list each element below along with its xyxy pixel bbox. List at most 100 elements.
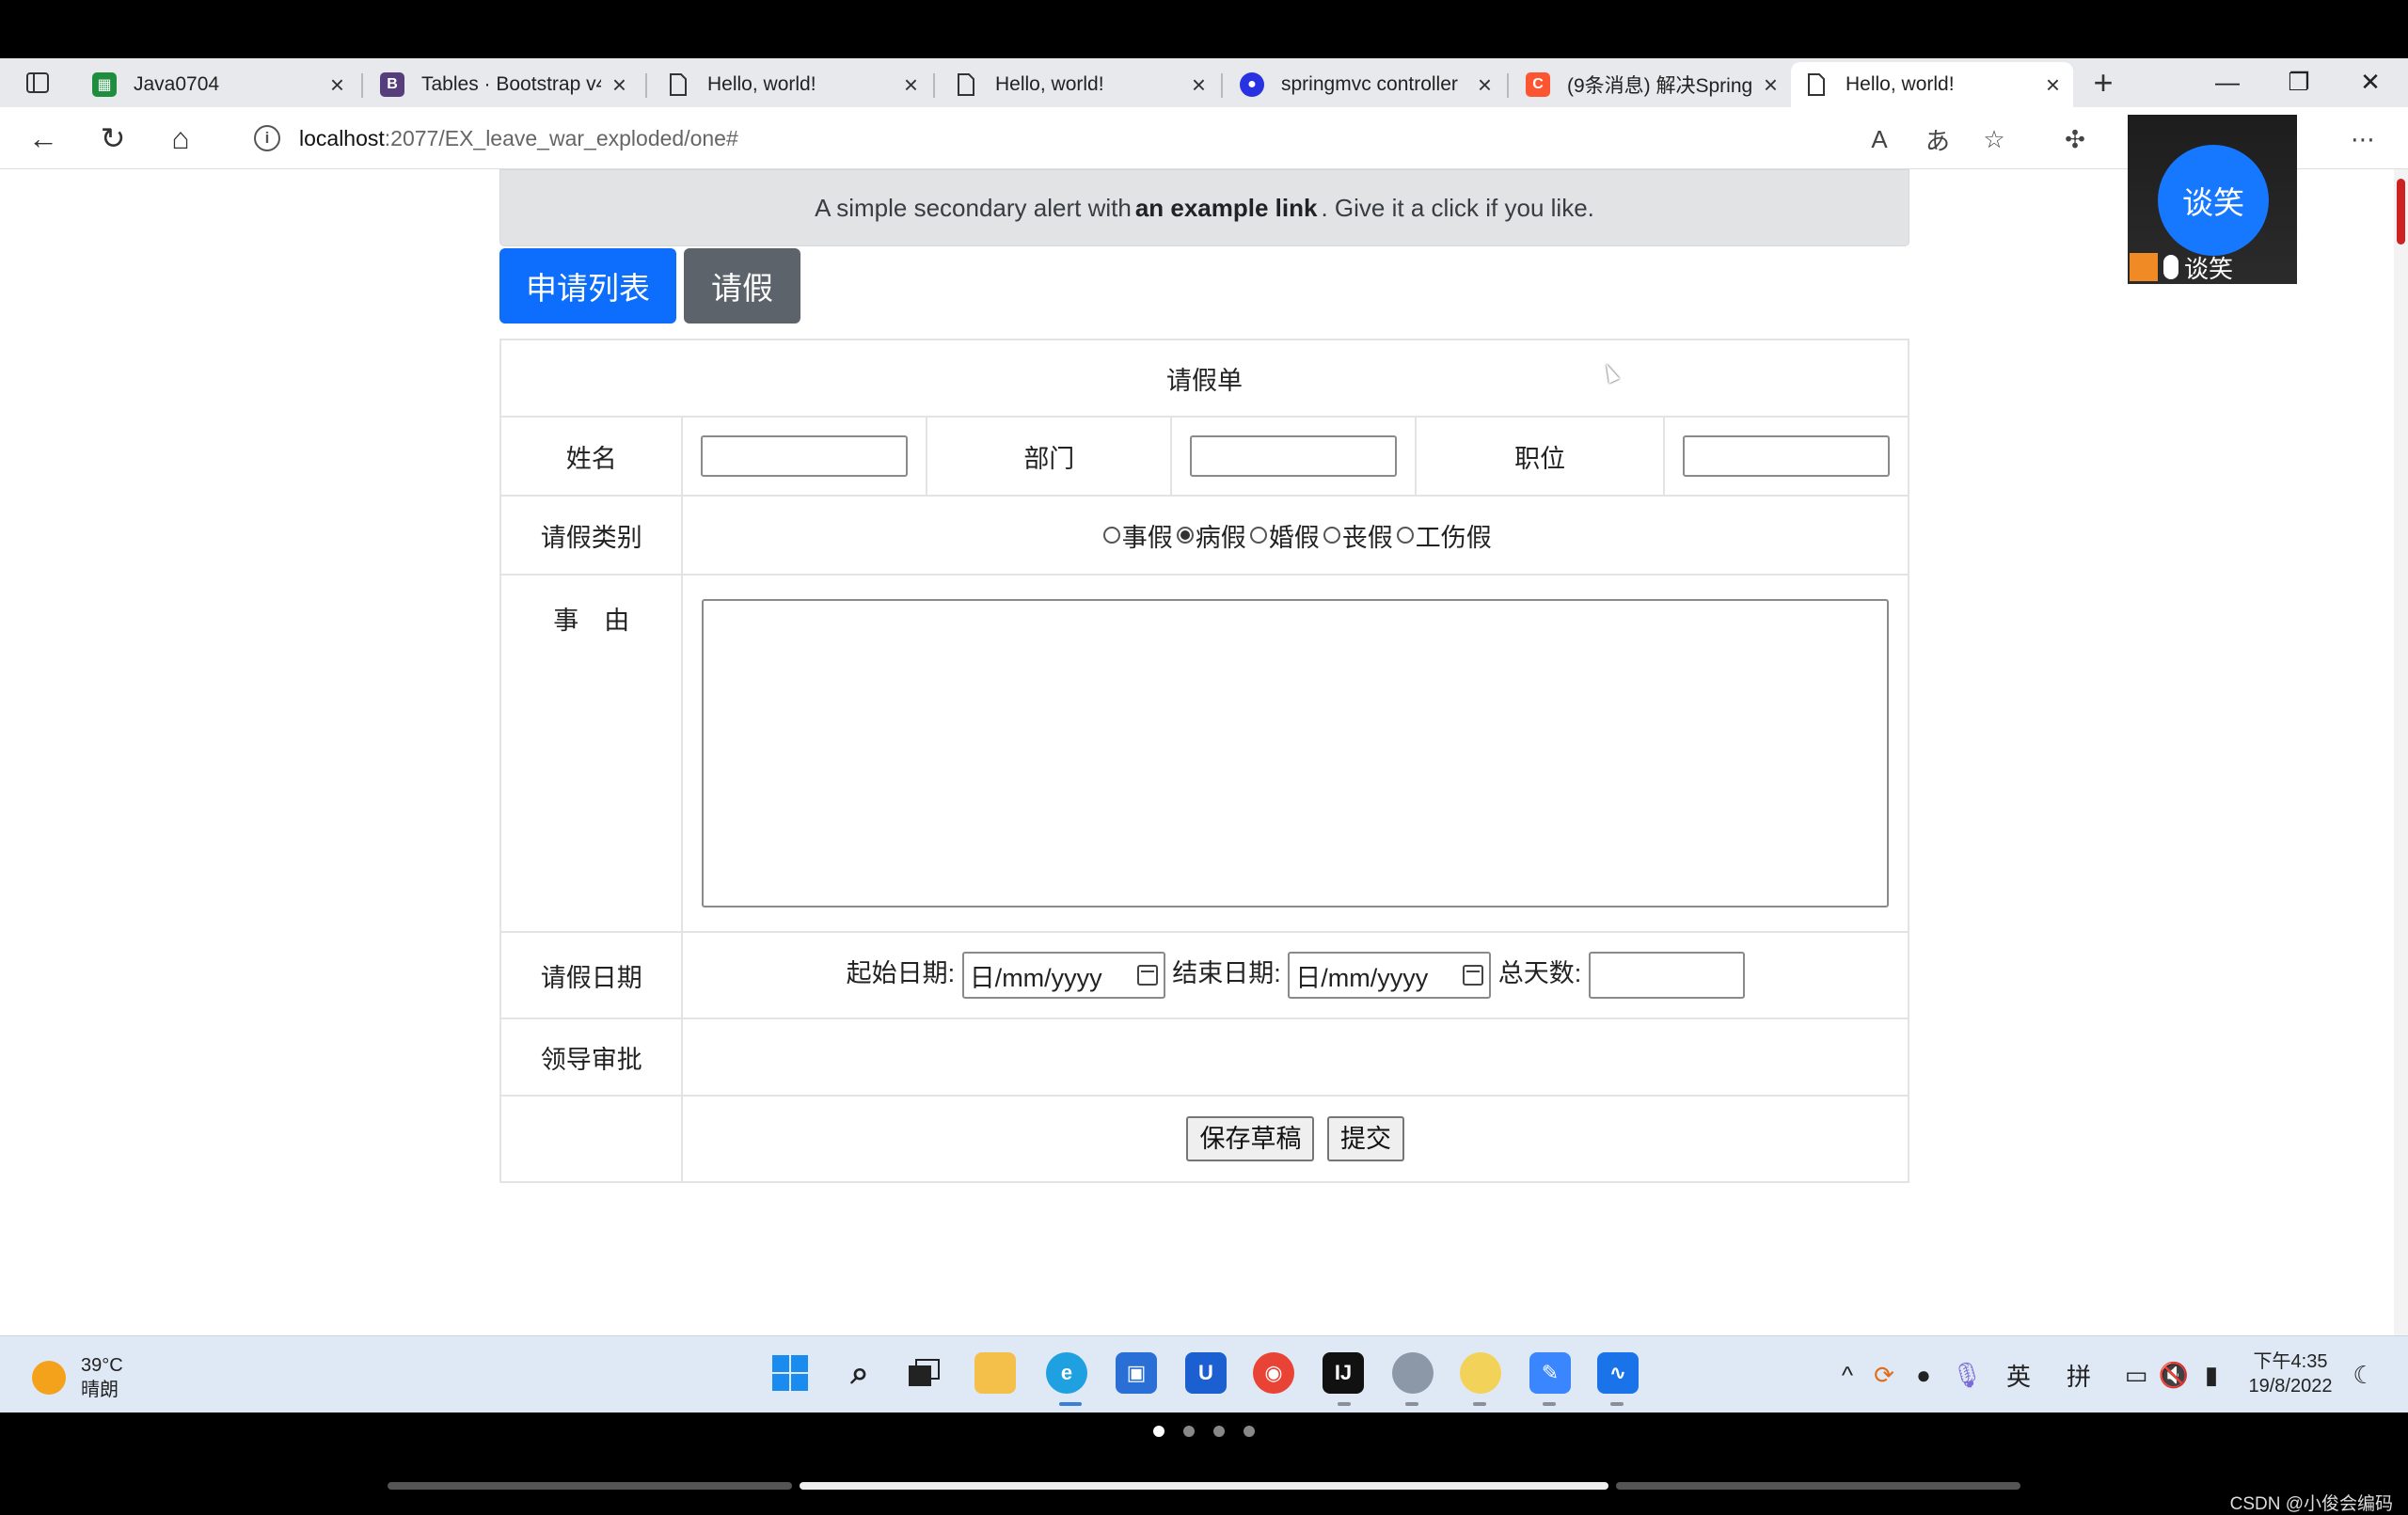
task-view-icon[interactable] (903, 1352, 944, 1394)
battery-icon[interactable]: ▮ (2195, 1357, 2227, 1393)
ime-mode-indicator[interactable]: 拼 (2060, 1357, 2098, 1393)
slide-dot[interactable] (1213, 1426, 1225, 1437)
tab-hello-world-2[interactable]: Hello, world! × (941, 62, 1219, 107)
date-placeholder: 日/mm/yyyy (969, 963, 1102, 992)
close-icon[interactable]: × (612, 71, 626, 100)
leave-request-button[interactable]: 请假 (684, 248, 800, 324)
sheets-icon: ▦ (92, 72, 117, 97)
chrome-icon[interactable]: ◉ (1253, 1352, 1294, 1394)
radio-bereavement-leave[interactable] (1323, 527, 1340, 544)
volume-muted-icon[interactable]: 🔇 (2158, 1357, 2190, 1393)
participant-name-bar: 谈笑 (2128, 250, 2297, 284)
site-info-icon[interactable]: i (254, 125, 280, 151)
translate-icon[interactable]: あ (1919, 120, 1956, 158)
slide-dot-active[interactable] (1153, 1426, 1164, 1437)
tab-actions-icon[interactable] (13, 64, 62, 102)
tab-hello-world-1[interactable]: Hello, world! × (653, 62, 931, 107)
file-explorer-icon[interactable] (974, 1352, 1016, 1394)
save-draft-button[interactable]: 保存草稿 (1186, 1116, 1315, 1161)
total-days-input[interactable] (1588, 952, 1745, 999)
windows-taskbar: 39°C 晴朗 ⌕ e ▣ U ◉ IJ ✎ ∿ ^ ⟳ ● 🎙 英 拼 ▭ 🔇… (0, 1335, 2408, 1412)
microsoft-store-icon[interactable]: ▣ (1116, 1352, 1157, 1394)
system-clock[interactable]: 下午4:35 19/8/2022 (2239, 1349, 2342, 1398)
network-icon[interactable]: ▭ (2120, 1357, 2152, 1393)
back-arrow-icon[interactable]: ← (21, 117, 66, 160)
close-icon[interactable]: × (904, 71, 918, 100)
leave-date-cell: 起始日期: 日/mm/yyyy 结束日期: 日/mm/yyyy 总天数: (681, 931, 1909, 1019)
actions-cell: 保存草稿 提交 (681, 1095, 1909, 1183)
restore-icon[interactable]: ❐ (2261, 56, 2337, 107)
start-windows-icon[interactable] (769, 1352, 811, 1394)
alert-link[interactable]: an example link (1135, 194, 1318, 223)
reason-textarea[interactable] (702, 599, 1890, 907)
tab-java0704[interactable]: ▦ Java0704 × (79, 62, 357, 107)
calendar-icon[interactable] (1463, 965, 1484, 986)
meeting-video-widget[interactable]: 谈笑 谈笑 (2128, 115, 2297, 284)
radio-injury-leave[interactable] (1396, 527, 1414, 544)
add-favorite-icon[interactable]: ☆ (1975, 120, 2013, 158)
tab-title: springmvc controller (1281, 73, 1458, 95)
url-path: :2077/EX_leave_war_exploded/one# (384, 125, 738, 150)
tab-bootstrap-tables[interactable]: B Tables · Bootstrap v4.6 × (367, 62, 640, 107)
new-tab-button[interactable]: + (2079, 63, 2128, 102)
end-date-input[interactable]: 日/mm/yyyy (1288, 952, 1492, 999)
search-icon[interactable]: ⌕ (839, 1352, 880, 1394)
meeting-app-icon[interactable]: ∿ (1597, 1352, 1639, 1394)
radio-personal-leave[interactable] (1102, 527, 1120, 544)
qq-penguin-icon[interactable]: ● (1908, 1357, 1940, 1393)
name-input[interactable] (701, 435, 909, 477)
scroll-segment[interactable] (388, 1482, 792, 1490)
url-input[interactable]: i localhost:2077/EX_leave_war_exploded/o… (226, 115, 1900, 162)
cat-app-icon[interactable] (1460, 1352, 1501, 1394)
notification-moon-icon[interactable]: ☾ (2348, 1357, 2380, 1393)
radio-marriage-leave[interactable] (1249, 527, 1267, 544)
tab-hello-world-active[interactable]: Hello, world! × (1791, 62, 2073, 107)
baidu-paw-icon: ● (1240, 72, 1264, 97)
tab-title: (9条消息) 解决Spring (1567, 75, 1752, 97)
show-hidden-icons-chevron-icon[interactable]: ^ (1832, 1357, 1862, 1393)
close-window-icon[interactable]: ✕ (2333, 56, 2408, 107)
weather-condition: 晴朗 (81, 1380, 119, 1400)
weather-widget[interactable]: 39°C 晴朗 (32, 1353, 123, 1402)
start-date-input[interactable]: 日/mm/yyyy (961, 952, 1165, 999)
read-aloud-icon[interactable]: A (1861, 120, 1898, 158)
close-icon[interactable]: × (330, 71, 344, 100)
calendar-icon[interactable] (1136, 965, 1158, 986)
scroll-segment-active[interactable] (800, 1482, 1608, 1490)
sync-icon[interactable]: ⟳ (1868, 1357, 1900, 1393)
radio-sick-leave[interactable] (1176, 527, 1194, 544)
shield-app-icon[interactable]: U (1185, 1352, 1227, 1394)
page-scrollbar[interactable] (2394, 169, 2408, 1335)
home-icon[interactable]: ⌂ (158, 117, 203, 160)
edge-browser-icon[interactable]: e (1046, 1352, 1087, 1394)
scroll-segment[interactable] (1616, 1482, 2020, 1490)
refresh-icon[interactable]: ↻ (90, 117, 135, 160)
minimize-icon[interactable]: — (2190, 56, 2265, 107)
close-icon[interactable]: × (1764, 71, 1778, 100)
radio-label: 丧假 (1341, 523, 1393, 552)
close-icon[interactable]: × (1192, 71, 1206, 100)
total-days-label: 总天数: (1497, 959, 1582, 988)
application-list-button[interactable]: 申请列表 (499, 248, 676, 324)
position-input[interactable] (1683, 435, 1890, 477)
slide-dot[interactable] (1244, 1426, 1255, 1437)
csdn-watermark: CSDN @小俊会编码 (2229, 1494, 2393, 1514)
tab-csdn-article[interactable]: C (9条消息) 解决Spring × (1513, 62, 1791, 107)
user-photo-app-icon[interactable] (1392, 1352, 1434, 1394)
close-icon[interactable]: × (2046, 71, 2060, 100)
slide-dot[interactable] (1183, 1426, 1195, 1437)
reason-cell (681, 574, 1909, 933)
submit-button[interactable]: 提交 (1326, 1116, 1404, 1161)
extensions-icon[interactable]: ✣ (2056, 120, 2094, 158)
ime-language-indicator[interactable]: 英 (2000, 1357, 2037, 1393)
department-input[interactable] (1190, 435, 1398, 477)
feishu-app-icon[interactable]: ✎ (1529, 1352, 1571, 1394)
tab-springmvc-search[interactable]: ● springmvc controller × (1227, 62, 1505, 107)
more-menu-icon[interactable]: ⋯ (2344, 120, 2382, 158)
close-icon[interactable]: × (1478, 71, 1492, 100)
microphone-icon[interactable] (2163, 255, 2178, 279)
scrollbar-thumb[interactable] (2397, 179, 2405, 245)
intellij-idea-icon[interactable]: IJ (1323, 1352, 1364, 1394)
alert-text: A simple secondary alert with (815, 193, 1132, 222)
microphone-tray-icon[interactable]: 🎙 (1951, 1357, 1983, 1393)
